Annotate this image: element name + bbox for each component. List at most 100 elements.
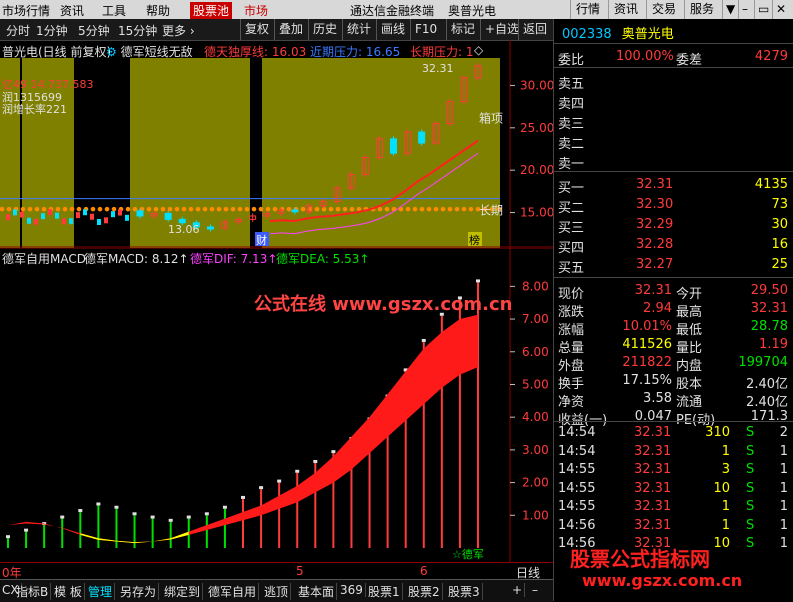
close-icon[interactable]: ✕ [772,0,789,19]
tick-time: 14:55 [558,462,596,477]
support-dot [41,206,47,212]
divider [554,67,793,68]
minimize-icon[interactable]: – [738,0,751,19]
tick-price: 32.31 [634,480,672,496]
top-button-trade[interactable]: 交易 [646,0,681,19]
button-mark[interactable]: 标记 [446,19,479,40]
macd-chart-panel[interactable]: 8.00 7.00 6.00 5.00 4.00 3.00 2.00 1.00 德军自用MAC… [0,248,553,562]
macd-bar-cap [222,505,227,509]
tab-stock-3[interactable]: 股票3 [446,583,483,600]
support-dot [251,206,257,212]
menu-stock-pool[interactable]: 股票池 [190,2,233,19]
button-draw[interactable]: 画线 [376,19,409,40]
macd-y-tick-label: 7.00 [522,312,549,326]
indicator-settings-icon[interactable]: ⚙ [106,45,117,59]
button-adjust[interactable]: 复权 [240,19,273,40]
tab-dejun[interactable]: 德军自用 [206,583,260,600]
quote-stat-value: 411526 [622,337,672,352]
sell-level-label: 卖二 [558,137,585,152]
tick-direction: S [746,536,755,551]
button-history[interactable]: 历史 [308,19,341,40]
quote-stat-value: 17.15% [622,373,672,388]
tick-direction: S [746,499,755,514]
candle-small [62,218,66,225]
candle-small [111,211,115,218]
divider [554,43,793,44]
candle-small [13,209,17,216]
top-button-quote[interactable]: 行情 [570,0,605,19]
top-button-news[interactable]: 资讯 [608,0,643,19]
price-chart-panel[interactable]: 30.00 25.00 20.00 15.00 32.31 13.06 箱项 长期财 榜 普光电… [0,40,553,248]
button-overlay[interactable]: 叠加 [274,19,307,40]
tab-save-as[interactable]: 另存为 [118,583,160,600]
tab-fundamentals[interactable]: 基本面 [296,583,338,600]
quote-stat-value: 10.01% [622,319,672,334]
menu-help[interactable]: 帮助 [146,2,170,19]
tab-escape[interactable]: 逃顶 [262,583,292,600]
tab-bind[interactable]: 绑定到 [162,583,204,600]
support-dot [167,206,173,212]
sell-level-row: 卖二 [554,131,793,152]
buy-level-row: 买五 32.27 25 [554,255,793,276]
stock-code: 002338 [562,27,612,42]
button-stats[interactable]: 统计 [342,19,375,40]
period-more[interactable]: 更多 › [162,22,195,39]
support-dot [468,206,474,212]
divider [554,421,793,422]
button-f10[interactable]: F10 [410,19,441,40]
macd-y-tick-label: 5.00 [522,377,549,391]
candle-small [69,218,73,225]
button-add-watchlist[interactable]: +自选 [480,19,523,40]
tick-row: 14:55 32.31 10 S 1 [554,479,793,499]
support-dot [447,206,453,212]
tick-price: 32.31 [634,443,672,459]
period-15min[interactable]: 15分钟 [118,22,157,39]
tab-remove-icon[interactable]: – [530,583,540,597]
quote-stat-value: 2.94 [643,301,672,316]
menu-news[interactable]: 资讯 [60,2,84,19]
support-dot [104,206,110,212]
support-dot [34,206,40,212]
sell-level-row: 卖五 [554,71,793,92]
tick-count: 1 [779,536,788,551]
quote-stat-value: 3.58 [643,391,672,406]
support-dot [412,206,418,212]
tab-template[interactable]: 模 板 [52,583,85,600]
tab-indicator-b[interactable]: 指标B [14,583,52,600]
quote-stat-value-2: 1.19 [759,337,788,352]
support-dot [349,206,355,212]
tab-add-icon[interactable]: + [510,583,526,597]
period-intraday[interactable]: 分时 [6,22,30,39]
tab-stock-2[interactable]: 股票2 [406,583,443,600]
legend-dif: 德军DIF: 7.13↑ [190,252,278,266]
button-back[interactable]: 返回 [518,19,551,40]
support-dot [384,206,390,212]
support-dot [237,206,243,212]
menu-tools[interactable]: 工具 [102,2,126,19]
tab-stock-1[interactable]: 股票1 [366,583,403,600]
support-dot [265,206,271,212]
annotation-high: 32.31 [422,62,454,75]
legend-expand-icon[interactable]: ◇ [474,43,483,57]
macd-panel-title: 德军自用MACD [2,252,86,266]
candle-small [83,209,87,216]
price-y-tick-label: 15.00 [520,206,553,220]
price-chart-svg[interactable]: 30.00 25.00 20.00 15.00 32.31 13.06 箱项长期财 榜 [0,40,553,248]
tab-manage[interactable]: 管理 [86,583,116,600]
top-button-service[interactable]: 服务 [684,0,719,19]
price-indicator-name[interactable]: ⚙ 德军短线无敌 [106,43,193,60]
macd-bar-cap [6,535,10,539]
macd-bar-cap [313,459,318,463]
period-1min[interactable]: 1分钟 [36,22,68,39]
menu-market[interactable]: 市场行情 [2,2,50,19]
buy-level-volume: 73 [771,197,788,212]
menu-market-2[interactable]: 市场 [244,2,268,19]
maximize-icon[interactable]: ▭ [754,0,772,19]
legend-macd: 德军MACD: 8.12↑ [84,252,189,266]
tick-time: 14:54 [558,443,596,459]
dropdown-icon[interactable]: ▼ [722,0,738,19]
tab-369[interactable]: 369 [338,583,366,597]
period-5min[interactable]: 5分钟 [78,22,110,39]
support-dot [223,206,229,212]
buy-level-row: 买二 32.30 73 [554,195,793,216]
